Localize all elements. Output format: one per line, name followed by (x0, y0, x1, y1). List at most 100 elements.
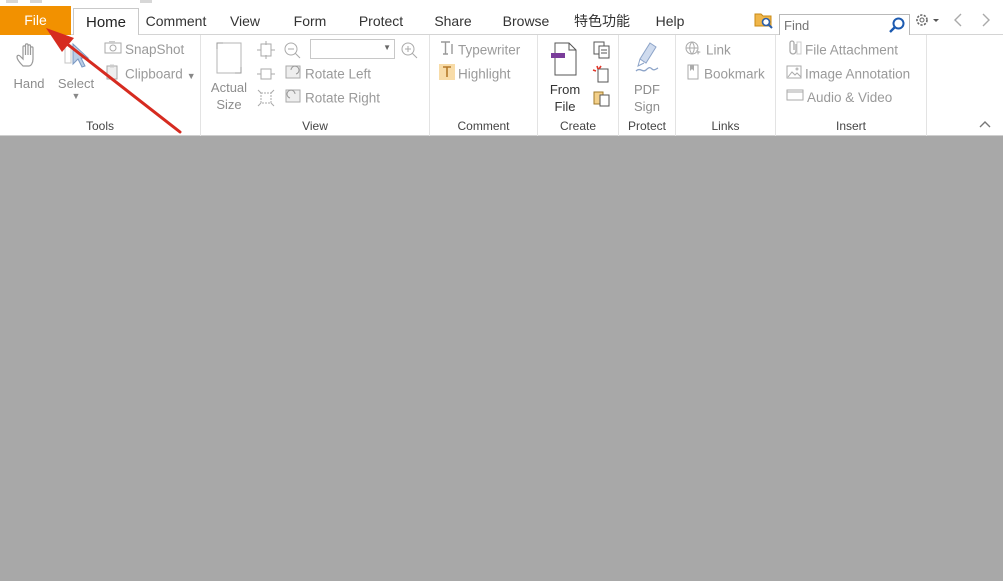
rotate-left-icon (284, 64, 302, 86)
zoom-out-icon[interactable] (283, 41, 301, 62)
tab-special-features[interactable]: 特色功能 (566, 8, 638, 35)
typewriter-button[interactable]: Typewriter (439, 40, 520, 60)
gear-icon[interactable] (914, 12, 940, 31)
folder-search-icon[interactable] (754, 11, 774, 32)
from-file-label-2: File (554, 99, 576, 114)
document-area[interactable] (0, 136, 1003, 581)
pdf-sign-label-2: Sign (633, 99, 661, 114)
links-group-label: Links (711, 119, 740, 133)
clipboard-icon (104, 64, 122, 86)
audio-video-button[interactable]: Audio & Video (786, 88, 892, 108)
select-tool-button[interactable]: Select ▼ (54, 41, 98, 101)
pen-sign-icon (632, 42, 662, 80)
zoom-in-icon[interactable] (400, 41, 418, 62)
ribbon-tab-bar: File Home Comment View Form Protect Shar… (0, 6, 1003, 36)
highlight-label: Highlight (458, 66, 511, 82)
fit-visible-icon[interactable] (257, 89, 275, 110)
camera-icon (104, 40, 122, 60)
from-file-label-1: From (549, 82, 581, 97)
image-icon (786, 64, 802, 86)
blank-page-icon[interactable] (592, 65, 612, 86)
typewriter-label: Typewriter (458, 42, 521, 58)
link-button[interactable]: Link (685, 40, 731, 60)
tab-view[interactable]: View (222, 8, 268, 35)
rotate-left-button[interactable]: Rotate Left (284, 64, 371, 84)
tab-help[interactable]: Help (650, 8, 690, 35)
hand-label: Hand (13, 76, 45, 91)
tab-comment[interactable]: Comment (142, 8, 210, 35)
links-group: Link Bookmark Links (676, 35, 776, 136)
create-group-label: Create (559, 119, 597, 133)
rotate-right-label: Rotate Right (305, 90, 381, 106)
select-label: Select (57, 76, 95, 91)
rotate-left-label: Rotate Left (305, 66, 372, 82)
comment-group: Typewriter Highlight Comment (430, 35, 538, 136)
pdf-sign-label-1: PDF (634, 82, 660, 97)
paperclip-icon (786, 40, 802, 62)
comment-group-label: Comment (457, 119, 510, 133)
create-group: From File Create (538, 35, 619, 136)
from-file-button[interactable]: From File (546, 41, 584, 115)
tab-file[interactable]: File (0, 6, 71, 35)
image-annotation-label: Image Annotation (805, 66, 911, 82)
file-attachment-label: File Attachment (805, 42, 899, 58)
hand-icon (14, 43, 44, 74)
actual-size-button[interactable]: Actual Size (209, 41, 249, 113)
tab-browse[interactable]: Browse (497, 8, 555, 35)
tab-home[interactable]: Home (73, 8, 139, 36)
bookmark-button[interactable]: Bookmark (685, 64, 765, 84)
find-box[interactable] (779, 14, 910, 36)
image-annotation-button[interactable]: Image Annotation (786, 64, 910, 84)
rotate-right-icon (284, 88, 302, 110)
insert-group-label: Insert (835, 119, 866, 133)
bookmark-label: Bookmark (704, 66, 765, 82)
hand-tool-button[interactable]: Hand (8, 41, 50, 92)
bookmark-icon (685, 64, 701, 86)
clipboard-dropdown-icon[interactable]: ▼ (187, 71, 196, 81)
chevron-right-icon[interactable] (980, 12, 992, 31)
tools-group-label: Tools (85, 119, 114, 133)
clipboard-button[interactable]: Clipboard ▼ (104, 64, 196, 84)
file-attachment-button[interactable]: File Attachment (786, 40, 898, 60)
clipboard-label: Clipboard (125, 66, 183, 82)
from-clipboard-icon[interactable] (592, 41, 612, 62)
tab-protect[interactable]: Protect (352, 8, 410, 35)
select-cursor-icon (61, 42, 91, 74)
search-icon[interactable] (889, 17, 905, 36)
globe-link-icon (685, 40, 703, 62)
protect-group: PDF Sign Protect (619, 35, 676, 136)
insert-group: File Attachment Image Annotation Audio &… (776, 35, 927, 136)
typewriter-icon (439, 40, 455, 62)
tab-form[interactable]: Form (287, 8, 333, 35)
select-dropdown-icon[interactable]: ▼ (54, 92, 98, 101)
audio-video-label: Audio & Video (807, 90, 893, 105)
actual-size-label-2: Size (216, 97, 242, 112)
find-input[interactable] (780, 15, 888, 35)
highlight-icon (439, 64, 455, 86)
fit-page-icon[interactable] (257, 41, 275, 62)
highlight-button[interactable]: Highlight (439, 64, 511, 84)
protect-group-label: Protect (627, 119, 666, 133)
quick-access-icon[interactable] (140, 0, 152, 3)
quick-access-icon[interactable] (6, 0, 18, 3)
rotate-right-button[interactable]: Rotate Right (284, 88, 380, 108)
quick-access-icon[interactable] (30, 0, 42, 3)
actual-size-icon (214, 42, 244, 78)
pdf-sign-button[interactable]: PDF Sign (627, 41, 667, 115)
fit-width-icon[interactable] (257, 65, 275, 86)
video-icon (786, 88, 804, 108)
view-group-label: View (302, 119, 328, 133)
tab-share[interactable]: Share (428, 8, 478, 35)
chevron-down-icon: ▼ (383, 43, 391, 52)
ribbon-panel: Hand Select ▼ SnapShot Clipboard ▼ Tools … (0, 35, 1003, 136)
chevron-left-icon[interactable] (952, 12, 964, 31)
snapshot-button[interactable]: SnapShot (104, 40, 184, 60)
tools-group: Hand Select ▼ SnapShot Clipboard ▼ Tools (0, 35, 201, 136)
actual-size-label-1: Actual (210, 80, 248, 95)
collapse-ribbon-icon[interactable] (979, 117, 991, 131)
from-scanner-icon[interactable] (592, 89, 612, 110)
snapshot-label: SnapShot (125, 42, 185, 57)
zoom-select[interactable]: ▼ (310, 39, 395, 59)
from-file-icon (550, 42, 580, 80)
link-label: Link (706, 42, 731, 58)
